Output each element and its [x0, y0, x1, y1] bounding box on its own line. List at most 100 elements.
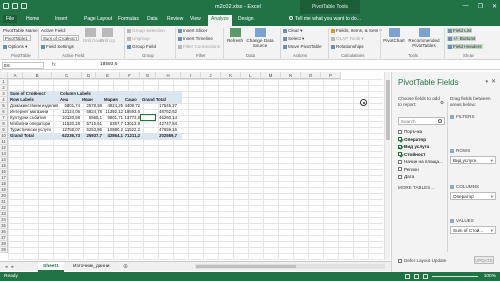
- grand-total-cell[interactable]: 71211,2: [123, 133, 140, 139]
- group-field-button[interactable]: Group Field: [127, 44, 156, 49]
- column-header[interactable]: A: [8, 72, 23, 79]
- change-data-source-button[interactable]: Change Data Source: [246, 28, 274, 48]
- worksheet-grid[interactable]: ABCDEFGHIJKLMNOP 1 2 3 4 5 6 7 8 9 10 11 12 13 14 15 16…: [0, 72, 383, 260]
- formula-input[interactable]: 18593,6: [100, 62, 117, 67]
- tab-home[interactable]: Home: [26, 16, 39, 22]
- clear-button[interactable]: Clear ▾: [283, 28, 303, 34]
- redo-icon[interactable]: [21, 3, 27, 9]
- refresh-button[interactable]: Refresh: [226, 28, 244, 43]
- column-header[interactable]: B: [23, 72, 52, 79]
- insert-timeline-button[interactable]: Insert Timeline: [178, 36, 213, 41]
- tab-data[interactable]: Data: [147, 16, 158, 22]
- rows-field-pill[interactable]: Вид услуга: [450, 156, 496, 164]
- columns-field-pill[interactable]: Оператор: [450, 192, 496, 200]
- olap-tools-button[interactable]: OLAP Tools ▾: [331, 36, 364, 42]
- sheet-nav-arrows[interactable]: ◂▸: [5, 264, 18, 270]
- field-item[interactable]: Оператор: [398, 137, 426, 143]
- field-item[interactable]: Стойност: [398, 152, 425, 158]
- filter-connections-button[interactable]: Filter Connections: [178, 44, 220, 49]
- select-all-corner[interactable]: [0, 72, 8, 79]
- sheet-tab-sheet1[interactable]: Sheet1: [38, 262, 64, 272]
- column-header[interactable]: E: [96, 72, 120, 79]
- row-header[interactable]: 29: [0, 247, 8, 253]
- field-search-input[interactable]: Search: [398, 117, 445, 125]
- recommended-pivottables-button[interactable]: Recommended PivotTables: [407, 28, 441, 48]
- grand-total-label[interactable]: Grand Total: [10, 133, 60, 139]
- field-checkbox[interactable]: [398, 129, 402, 134]
- close-button[interactable]: ✕: [492, 3, 497, 10]
- tab-insert[interactable]: Insert: [55, 16, 68, 22]
- field-checkbox[interactable]: [398, 174, 402, 179]
- undo-icon[interactable]: [12, 3, 18, 9]
- column-header[interactable]: F: [120, 72, 140, 79]
- name-box[interactable]: E6: [2, 62, 44, 69]
- zoom-level[interactable]: 100%: [484, 274, 496, 279]
- filters-area[interactable]: FILTERS: [450, 114, 496, 120]
- select-button[interactable]: Select ▾: [283, 36, 304, 42]
- field-item[interactable]: Дата: [398, 174, 414, 180]
- grand-total-cell[interactable]: 42864,1: [102, 133, 123, 139]
- drill-down-button[interactable]: Drill Down: [83, 28, 104, 43]
- field-checkbox[interactable]: [398, 152, 402, 157]
- plus-minus-buttons-button[interactable]: +/- Buttons: [447, 36, 477, 41]
- panel-gear-icon[interactable]: ⚙: [440, 100, 444, 106]
- vertical-scrollbar[interactable]: [384, 72, 390, 260]
- zoom-slider[interactable]: [432, 276, 478, 277]
- horizontal-scrollbar[interactable]: [195, 264, 385, 269]
- panel-close-icon[interactable]: ✕: [491, 78, 496, 85]
- fx-icon[interactable]: fx: [52, 62, 56, 68]
- column-header[interactable]: N: [281, 72, 301, 79]
- tab-analyze[interactable]: Analyze: [208, 15, 232, 26]
- tab-view[interactable]: View: [190, 16, 201, 22]
- options-button[interactable]: Options ▾: [3, 44, 27, 50]
- pivottable-name-input[interactable]: PivotTable1: [3, 35, 31, 41]
- panel-options-icon[interactable]: ▾: [485, 79, 488, 85]
- columns-area[interactable]: COLUMNS Оператор: [450, 184, 496, 200]
- field-checkbox[interactable]: [398, 167, 402, 172]
- save-icon[interactable]: [3, 3, 9, 9]
- field-checkbox[interactable]: [398, 137, 402, 142]
- move-pivottable-button[interactable]: Move PivotTable: [283, 44, 322, 49]
- rows-area[interactable]: ROWS Вид услуга: [450, 148, 496, 164]
- defer-update-checkbox[interactable]: Defer Layout Update: [398, 258, 446, 263]
- ungroup-button[interactable]: Ungroup: [127, 36, 150, 41]
- grand-total-cell[interactable]: 25937,7: [80, 133, 102, 139]
- active-field-input[interactable]: Sum of Стойност: [41, 35, 79, 41]
- column-header[interactable]: M: [261, 72, 281, 79]
- field-item[interactable]: Начин на плаща...: [398, 159, 443, 165]
- fields-items-sets-button[interactable]: Fields, Items, & Sets ▾: [331, 28, 382, 34]
- update-button[interactable]: UPDATE: [474, 256, 494, 264]
- values-area[interactable]: VALUES Sum of Стой...: [450, 218, 496, 234]
- minimize-button[interactable]: —: [463, 3, 469, 10]
- tab-design[interactable]: Design: [238, 16, 254, 22]
- grand-total-cell[interactable]: 62236,73: [58, 133, 80, 139]
- sheet-tab-source[interactable]: Източник_данни: [68, 262, 114, 272]
- tab-page-layout[interactable]: Page Layout: [84, 16, 112, 22]
- drill-up-button[interactable]: Drill Up: [100, 28, 115, 43]
- normal-view-icon[interactable]: [405, 274, 410, 279]
- field-item[interactable]: Вид услуга: [398, 144, 429, 150]
- column-header[interactable]: O: [301, 72, 321, 79]
- page-break-view-icon[interactable]: [423, 274, 428, 279]
- column-header[interactable]: G: [140, 72, 156, 79]
- column-header[interactable]: I: [181, 72, 201, 79]
- field-list-button[interactable]: Field List: [447, 28, 473, 33]
- column-header[interactable]: C: [52, 72, 82, 79]
- column-header[interactable]: H: [156, 72, 181, 79]
- tab-review[interactable]: Review: [167, 16, 183, 22]
- tab-formulas[interactable]: Formulas: [118, 16, 139, 22]
- field-checkbox[interactable]: [398, 159, 402, 164]
- column-header[interactable]: D: [82, 72, 96, 79]
- tell-me-box[interactable]: Tell me what you want to do...: [289, 16, 361, 22]
- column-header[interactable]: P: [321, 72, 341, 79]
- field-item[interactable]: Поръчка: [398, 129, 422, 135]
- insert-slicer-button[interactable]: Insert Slicer: [178, 28, 207, 33]
- relationships-button[interactable]: Relationships: [331, 44, 364, 49]
- page-layout-view-icon[interactable]: [414, 274, 419, 279]
- restore-button[interactable]: ❐: [478, 3, 483, 10]
- values-field-pill[interactable]: Sum of Стой...: [450, 226, 496, 234]
- field-settings-button[interactable]: Field Settings: [41, 44, 74, 49]
- group-selection-button[interactable]: Group Selection: [127, 28, 165, 33]
- column-header[interactable]: J: [201, 72, 221, 79]
- more-tables-link[interactable]: MORE TABLES...: [398, 185, 434, 190]
